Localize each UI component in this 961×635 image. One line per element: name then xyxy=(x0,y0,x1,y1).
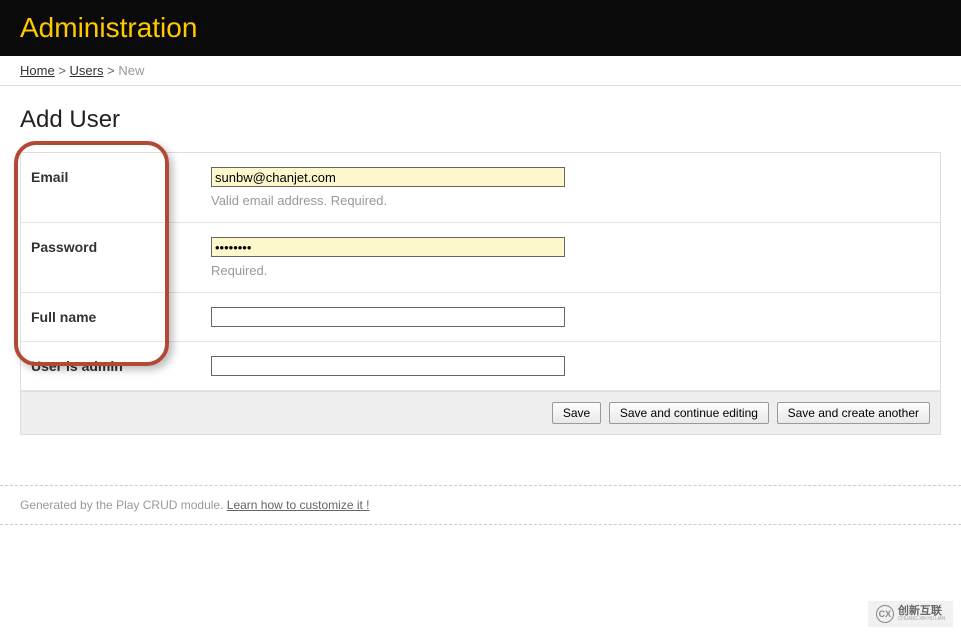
breadcrumb-home-link[interactable]: Home xyxy=(20,63,55,78)
form-row-email: Email Valid email address. Required. xyxy=(21,153,940,223)
isadmin-input[interactable] xyxy=(211,356,565,376)
watermark-en: CHUANG XIN HU LIAN xyxy=(898,617,945,622)
fullname-label: Full name xyxy=(31,307,211,325)
email-field-wrap: Valid email address. Required. xyxy=(211,167,930,208)
fullname-input[interactable] xyxy=(211,307,565,327)
email-help: Valid email address. Required. xyxy=(211,193,930,208)
save-button[interactable]: Save xyxy=(552,402,601,424)
isadmin-field-wrap xyxy=(211,356,930,376)
footer-link[interactable]: Learn how to customize it ! xyxy=(227,498,370,512)
fullname-field-wrap xyxy=(211,307,930,327)
form-row-isadmin: User is admin xyxy=(21,342,940,391)
app-title: Administration xyxy=(20,12,941,44)
breadcrumb-sep: > xyxy=(107,63,115,78)
form-row-password: Password Required. xyxy=(21,223,940,293)
button-row: Save Save and continue editing Save and … xyxy=(21,391,940,434)
breadcrumb: Home > Users > New xyxy=(0,56,961,86)
save-another-button[interactable]: Save and create another xyxy=(777,402,930,424)
email-label: Email xyxy=(31,167,211,185)
save-continue-button[interactable]: Save and continue editing xyxy=(609,402,769,424)
watermark-text: 创新互联 CHUANG XIN HU LIAN xyxy=(898,606,945,622)
watermark: CX 创新互联 CHUANG XIN HU LIAN xyxy=(868,601,953,627)
form-container: Email Valid email address. Required. Pas… xyxy=(20,152,941,435)
email-input[interactable] xyxy=(211,167,565,187)
header: Administration xyxy=(0,0,961,56)
form-row-fullname: Full name xyxy=(21,293,940,342)
password-field-wrap: Required. xyxy=(211,237,930,278)
breadcrumb-sep: > xyxy=(58,63,66,78)
password-label: Password xyxy=(31,237,211,255)
footer: Generated by the Play CRUD module. Learn… xyxy=(0,485,961,525)
content: Add User Email Valid email address. Requ… xyxy=(0,86,961,455)
password-input[interactable] xyxy=(211,237,565,257)
password-help: Required. xyxy=(211,263,930,278)
isadmin-label: User is admin xyxy=(31,356,211,374)
watermark-icon: CX xyxy=(876,605,894,623)
breadcrumb-users-link[interactable]: Users xyxy=(70,63,104,78)
breadcrumb-current: New xyxy=(118,63,144,78)
page-title: Add User xyxy=(20,106,941,134)
footer-text: Generated by the Play CRUD module. xyxy=(20,498,227,512)
